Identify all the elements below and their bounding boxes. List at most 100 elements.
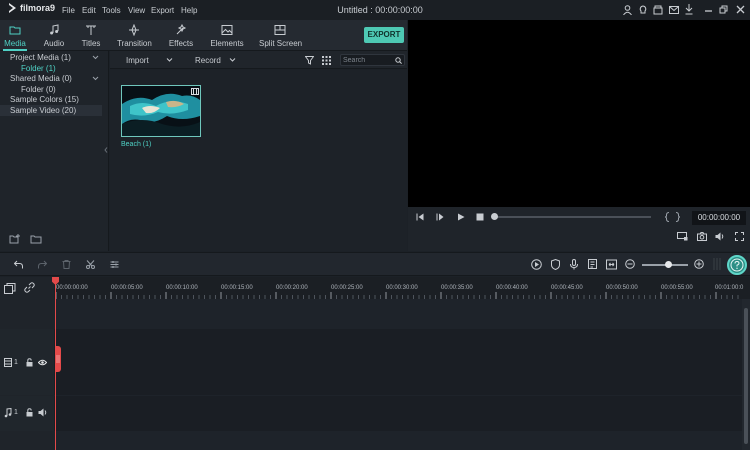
tab-audio[interactable]: Audio xyxy=(42,20,66,51)
record-dropdown[interactable]: Record xyxy=(195,56,221,65)
ruler-label: 00:00:30:00 xyxy=(386,285,418,291)
restore-icon[interactable] xyxy=(719,5,728,15)
audio-track-icon xyxy=(4,408,12,418)
beach-video-thumbnail xyxy=(122,86,200,136)
filter-icon[interactable] xyxy=(305,56,314,65)
user-icon[interactable] xyxy=(623,5,632,15)
skip-back-icon[interactable] xyxy=(416,213,424,221)
tab-label: Titles xyxy=(81,39,101,48)
cut-scissors-icon[interactable] xyxy=(86,260,95,269)
fullscreen-icon[interactable] xyxy=(735,232,744,241)
search-box xyxy=(340,54,405,66)
link-chain-icon[interactable] xyxy=(24,282,35,293)
redo-icon[interactable] xyxy=(38,260,47,269)
render-preview-icon[interactable] xyxy=(531,259,542,270)
minimize-icon[interactable] xyxy=(704,5,713,15)
app-logo-text: filmora9 xyxy=(20,3,56,13)
library-sample-colors[interactable]: Sample Colors (15) xyxy=(0,94,109,105)
panel-divider-icon xyxy=(713,258,721,270)
tab-elements[interactable]: Elements xyxy=(210,20,244,51)
add-track-icon[interactable] xyxy=(4,283,16,294)
tab-titles[interactable]: Titles xyxy=(79,20,103,51)
play-icon[interactable] xyxy=(457,213,465,221)
library-item-label: Sample Video (20) xyxy=(10,106,77,115)
folder-icon[interactable] xyxy=(30,234,42,244)
auto-enhance-icon[interactable] xyxy=(606,259,617,270)
library-shared-media[interactable]: Shared Media (0) xyxy=(0,73,109,84)
media-item-label: Beach (1) xyxy=(121,141,152,148)
audio-track-1[interactable] xyxy=(54,396,742,431)
step-frame-icon[interactable] xyxy=(436,213,444,221)
new-folder-icon[interactable] xyxy=(9,234,21,244)
display-settings-icon[interactable] xyxy=(677,232,688,241)
library-item-label: Sample Colors (15) xyxy=(10,95,79,104)
help-button[interactable] xyxy=(727,255,747,275)
library-item-label: Project Media (1) xyxy=(10,53,71,62)
tab-transition[interactable]: Transition xyxy=(117,20,152,51)
library-project-media[interactable]: Project Media (1) xyxy=(0,52,109,63)
question-icon xyxy=(730,258,744,272)
preview-scrubber-track[interactable] xyxy=(494,216,651,218)
video-type-icon xyxy=(191,88,199,95)
window-title: Untitled : 00:00:00:00 xyxy=(337,5,423,15)
tab-effects[interactable]: Effects xyxy=(167,20,195,51)
timeline-zoom-handle[interactable] xyxy=(665,261,672,268)
menu-view[interactable]: View xyxy=(128,6,145,15)
media-thumbnail-beach[interactable] xyxy=(121,85,201,137)
ruler-label: 00:01:00:0 xyxy=(715,285,744,291)
mark-in-icon[interactable] xyxy=(665,212,670,222)
playhead-drag-handle[interactable] xyxy=(55,346,61,372)
ruler-label: 00:00:25:00 xyxy=(331,285,363,291)
speaker-icon[interactable] xyxy=(38,408,47,417)
stop-icon[interactable] xyxy=(476,213,484,221)
collapse-panel-icon[interactable] xyxy=(104,147,108,153)
grid-view-icon[interactable] xyxy=(322,56,331,65)
menu-file[interactable]: File xyxy=(62,6,75,15)
volume-icon[interactable] xyxy=(715,232,725,241)
menu-tools[interactable]: Tools xyxy=(102,6,121,15)
library-sample-video[interactable]: Sample Video (20) xyxy=(0,105,102,116)
chevron-down-icon[interactable] xyxy=(92,54,99,61)
voiceover-mixer-icon[interactable] xyxy=(588,259,598,270)
zoom-in-icon[interactable] xyxy=(694,259,704,269)
ruler-label: 00:00:55:00 xyxy=(661,285,693,291)
export-button[interactable]: EXPORT xyxy=(364,27,404,43)
snapshot-camera-icon[interactable] xyxy=(697,232,707,241)
menu-help[interactable]: Help xyxy=(181,6,197,15)
mail-icon[interactable] xyxy=(669,5,679,15)
chevron-down-icon[interactable] xyxy=(166,57,173,63)
search-icon[interactable] xyxy=(395,57,402,64)
scrollbar-thumb[interactable] xyxy=(744,308,748,444)
grip-icon xyxy=(56,355,60,363)
tab-media[interactable]: Media xyxy=(3,20,27,51)
zoom-out-icon[interactable] xyxy=(625,259,635,269)
undo-icon[interactable] xyxy=(14,260,23,269)
eye-icon[interactable] xyxy=(38,359,47,366)
ruler-label: 00:00:40:00 xyxy=(496,285,528,291)
delete-icon[interactable] xyxy=(62,260,71,269)
search-input[interactable] xyxy=(343,55,393,65)
ruler-label: 00:00:50:00 xyxy=(606,285,638,291)
lock-icon[interactable] xyxy=(26,358,33,367)
import-dropdown[interactable]: Import xyxy=(126,56,149,65)
lock-icon[interactable] xyxy=(26,408,33,417)
video-track-1[interactable] xyxy=(54,329,742,395)
adjust-settings-icon[interactable] xyxy=(110,260,119,269)
ruler-label: 00:00:05:00 xyxy=(111,285,143,291)
tab-split-screen[interactable]: Split Screen xyxy=(259,20,302,51)
close-icon[interactable] xyxy=(736,5,745,15)
preview-scrubber-handle[interactable] xyxy=(491,213,498,220)
menu-export[interactable]: Export xyxy=(151,6,174,15)
preview-timecode: 00:00:00:00 xyxy=(692,211,746,225)
store-icon[interactable] xyxy=(653,5,663,15)
folder-icon xyxy=(9,26,21,35)
download-icon[interactable] xyxy=(685,4,693,15)
marker-shield-icon[interactable] xyxy=(551,259,560,270)
mark-out-icon[interactable] xyxy=(675,212,680,222)
menu-edit[interactable]: Edit xyxy=(82,6,96,15)
chevron-down-icon[interactable] xyxy=(229,57,236,63)
microphone-icon[interactable] xyxy=(570,259,578,270)
filmora-logo-icon xyxy=(9,3,16,13)
lightbulb-icon[interactable] xyxy=(638,5,648,15)
chevron-down-icon[interactable] xyxy=(92,75,99,82)
